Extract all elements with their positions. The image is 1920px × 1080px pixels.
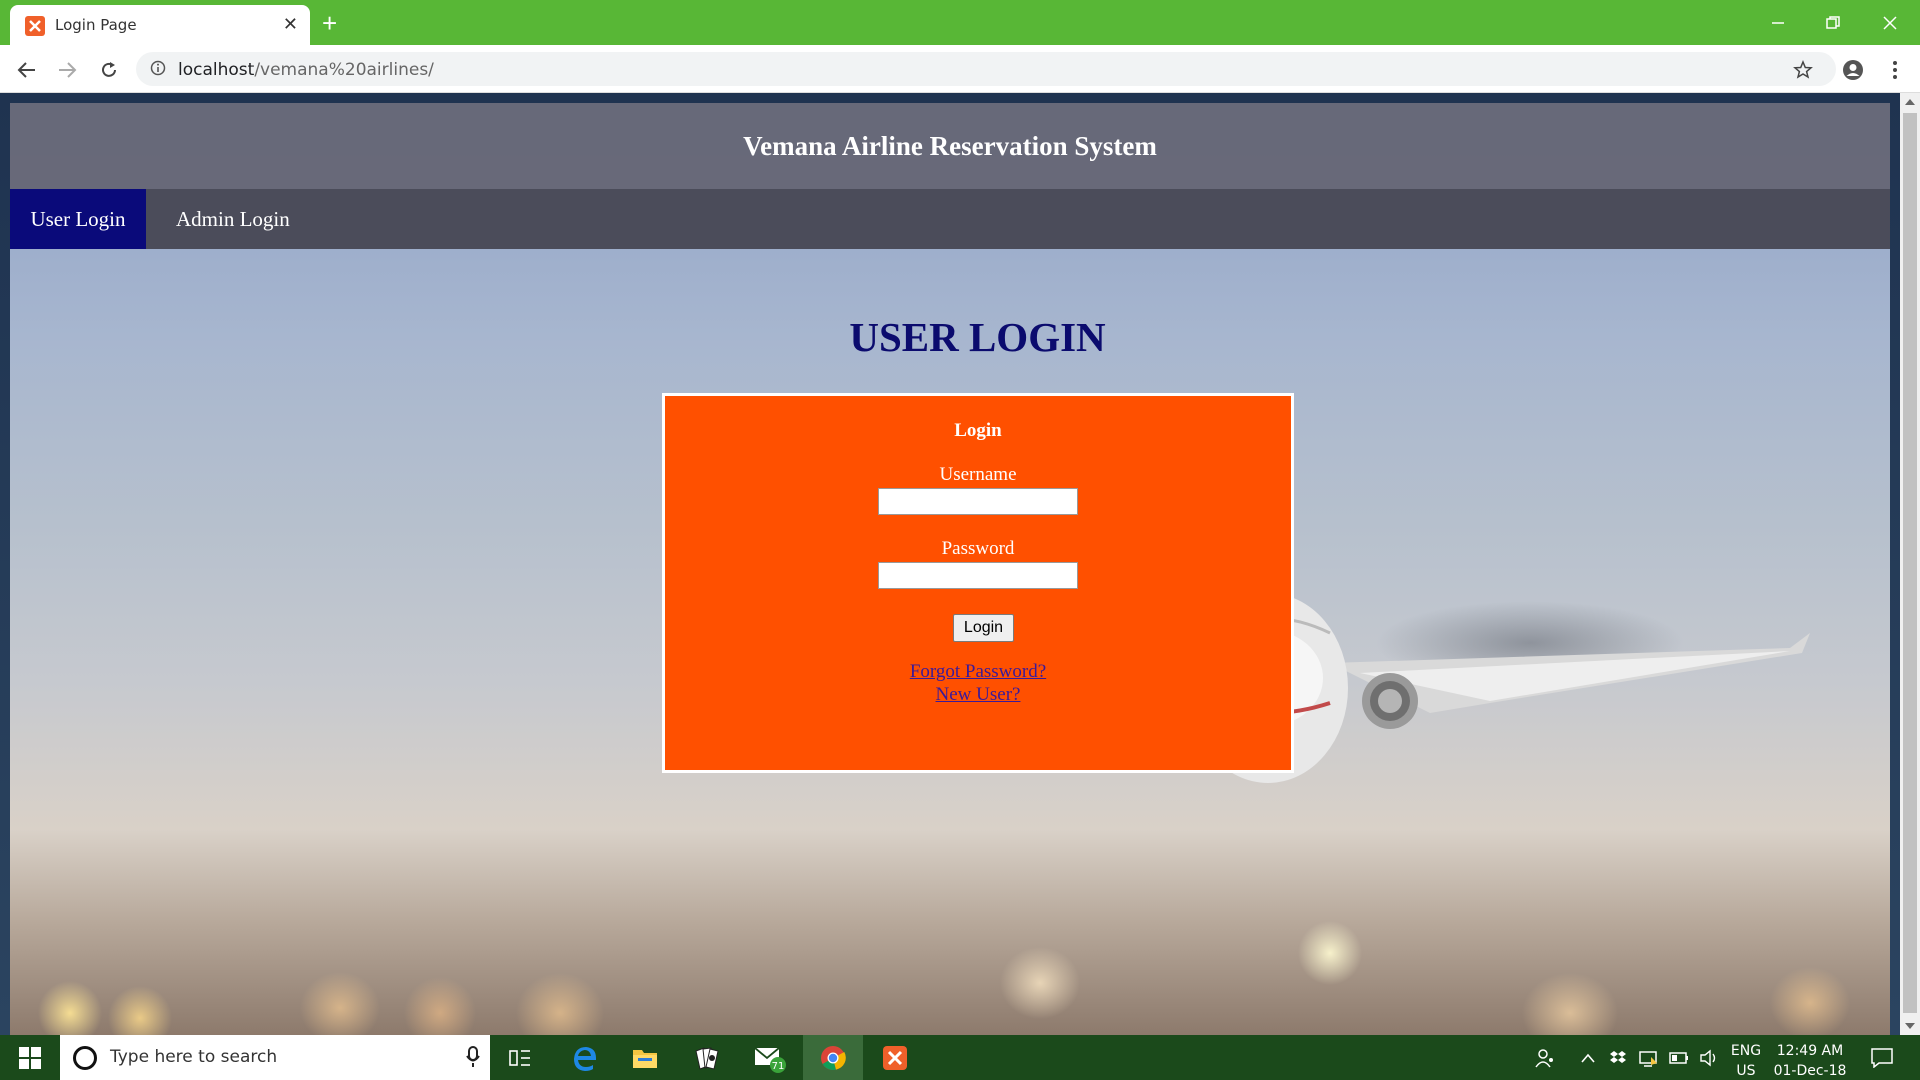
edge-browser-icon[interactable] [555, 1035, 615, 1080]
address-bar: localhost/vemana%20airlines/ [0, 45, 1920, 93]
action-center-icon[interactable] [1862, 1035, 1902, 1080]
network-icon[interactable] [1635, 1035, 1663, 1080]
task-view-icon[interactable] [490, 1035, 550, 1080]
window-close-icon[interactable] [1870, 10, 1910, 36]
mail-icon[interactable]: 71 [740, 1035, 800, 1080]
forgot-password-link[interactable]: Forgot Password? [665, 661, 1291, 683]
site-navbar: User Login Admin Login [10, 189, 1890, 249]
account-icon[interactable] [1838, 55, 1868, 85]
minimize-icon[interactable] [1758, 10, 1798, 36]
username-input[interactable] [878, 488, 1078, 515]
scroll-down-arrow-icon[interactable] [1900, 1017, 1920, 1035]
new-tab-button[interactable]: + [322, 10, 337, 36]
taskbar-search-input[interactable]: Type here to search [60, 1035, 490, 1080]
bookmark-star-icon[interactable] [1788, 55, 1818, 85]
reload-icon[interactable] [94, 55, 124, 85]
dropbox-icon[interactable] [1605, 1035, 1631, 1080]
url-host: localhost [178, 60, 255, 80]
site-title: Vemana Airline Reservation System [743, 130, 1157, 161]
people-icon[interactable] [1530, 1035, 1560, 1080]
volume-icon[interactable] [1695, 1035, 1723, 1080]
clock-time: 12:49 AM [1776, 1043, 1844, 1059]
url-text: localhost/vemana%20airlines/ [178, 60, 434, 80]
login-button[interactable]: Login [953, 614, 1014, 642]
menu-kebab-icon[interactable] [1880, 55, 1910, 85]
vertical-scrollbar[interactable] [1900, 93, 1920, 1035]
password-input[interactable] [878, 562, 1078, 589]
scroll-up-arrow-icon[interactable] [1900, 93, 1920, 111]
browser-tab-bar: Login Page ✕ + [0, 0, 1920, 45]
file-explorer-icon[interactable] [615, 1035, 675, 1080]
search-placeholder: Type here to search [110, 1047, 278, 1067]
chrome-icon[interactable] [803, 1035, 863, 1080]
language-code: ENG [1730, 1043, 1762, 1059]
login-form-title: Login [954, 420, 1002, 441]
new-user-link[interactable]: New User? [665, 684, 1291, 706]
taskbar-clock[interactable]: 12:49 AM 01-Dec-18 [1770, 1041, 1850, 1080]
language-indicator[interactable]: ENG US [1728, 1041, 1764, 1080]
browser-tab[interactable]: Login Page ✕ [10, 5, 310, 45]
xampp-favicon-icon [25, 16, 45, 36]
page-title: USER LOGIN [849, 314, 1106, 360]
clock-date: 01-Dec-18 [1773, 1063, 1847, 1079]
windows-start-icon[interactable] [0, 1035, 60, 1080]
nav-user-login[interactable]: User Login [10, 189, 146, 249]
page-background: Vemana Airline Reservation System User L… [10, 103, 1890, 1035]
page-viewport: Vemana Airline Reservation System User L… [0, 93, 1920, 1035]
forward-arrow-icon[interactable] [52, 55, 82, 85]
back-arrow-icon[interactable] [12, 55, 42, 85]
microphone-icon[interactable] [466, 1046, 480, 1073]
username-label: Username [939, 464, 1017, 485]
tab-title: Login Page [55, 16, 137, 34]
login-form-panel: Login Username Password Login Forgot Pas… [662, 393, 1294, 773]
cortana-icon[interactable] [73, 1046, 97, 1070]
windows-taskbar: Type here to search 71 ENG US 12:49 AM 0… [0, 1035, 1920, 1080]
mail-badge: 71 [772, 1061, 785, 1072]
password-label: Password [941, 538, 1015, 559]
url-path: /vemana%20airlines/ [254, 60, 434, 80]
restore-icon[interactable] [1813, 10, 1853, 36]
battery-icon[interactable] [1666, 1035, 1692, 1080]
show-hidden-icons-chevron-icon[interactable] [1575, 1035, 1601, 1080]
nav-admin-login[interactable]: Admin Login [156, 189, 310, 249]
xampp-icon[interactable] [865, 1035, 925, 1080]
tab-close-icon[interactable]: ✕ [283, 14, 298, 35]
scrollbar-thumb[interactable] [1903, 113, 1917, 1013]
site-header: Vemana Airline Reservation System [10, 103, 1890, 189]
solitaire-cards-icon[interactable] [677, 1035, 737, 1080]
region-code: US [1736, 1063, 1756, 1079]
info-icon[interactable] [150, 60, 166, 81]
url-input[interactable]: localhost/vemana%20airlines/ [136, 52, 1836, 86]
